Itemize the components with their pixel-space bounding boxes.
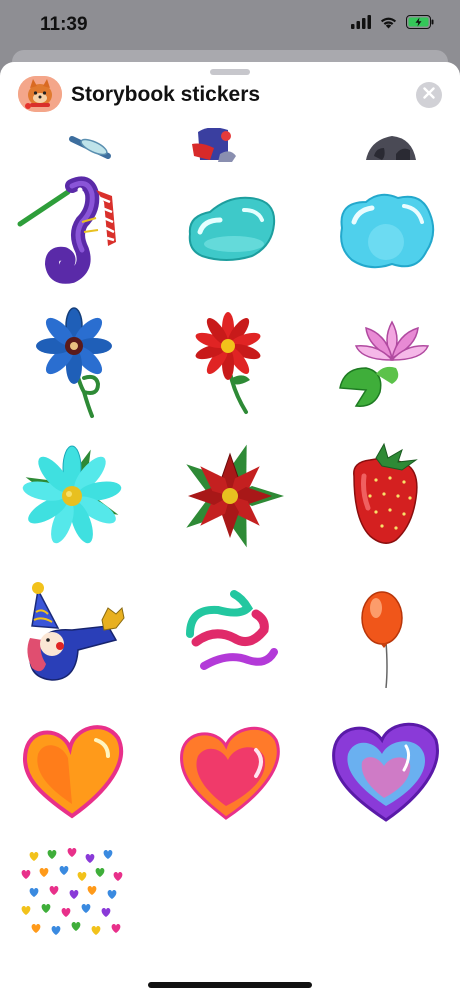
seahorse-sticker[interactable] xyxy=(12,172,132,292)
clown-sticker[interactable] xyxy=(12,568,132,688)
red-flower-sticker[interactable] xyxy=(170,302,290,422)
pomeranian-dog-icon xyxy=(18,76,62,112)
purple-blue-heart-sticker[interactable] xyxy=(326,706,446,826)
sticker-sheet: Storybook stickers xyxy=(0,62,460,996)
sheet-header: Storybook stickers xyxy=(0,62,460,128)
signal-icon xyxy=(351,15,371,34)
sheet-title: Storybook stickers xyxy=(71,83,261,106)
dragonfly-sticker[interactable] xyxy=(12,128,132,164)
water-lily-sticker[interactable] xyxy=(326,302,446,422)
character-sticker[interactable] xyxy=(170,128,290,164)
sticker-grid xyxy=(0,128,460,996)
home-indicator[interactable] xyxy=(148,982,312,988)
close-button[interactable] xyxy=(416,82,442,108)
status-time: 11:39 xyxy=(40,14,88,35)
wifi-icon xyxy=(379,15,398,34)
red-poinsettia-sticker[interactable] xyxy=(170,436,290,556)
turquoise-flower-sticker[interactable] xyxy=(12,436,132,556)
pink-heart-sticker[interactable] xyxy=(170,706,290,826)
status-bar: 11:39 xyxy=(0,0,460,52)
animal-sticker[interactable] xyxy=(326,128,446,164)
blue-flower-sticker[interactable] xyxy=(12,302,132,422)
strawberry-sticker[interactable] xyxy=(326,436,446,556)
orange-heart-sticker[interactable] xyxy=(12,706,132,826)
blue-gel-blob-sticker[interactable] xyxy=(326,172,446,292)
teal-gel-blob-sticker[interactable] xyxy=(170,172,290,292)
status-icons xyxy=(351,15,434,34)
close-icon xyxy=(423,86,435,104)
paint-swirls-sticker[interactable] xyxy=(170,568,290,688)
battery-charging-icon xyxy=(406,15,434,34)
confetti-hearts-sticker[interactable] xyxy=(12,838,132,958)
orange-balloon-sticker[interactable] xyxy=(326,568,446,688)
